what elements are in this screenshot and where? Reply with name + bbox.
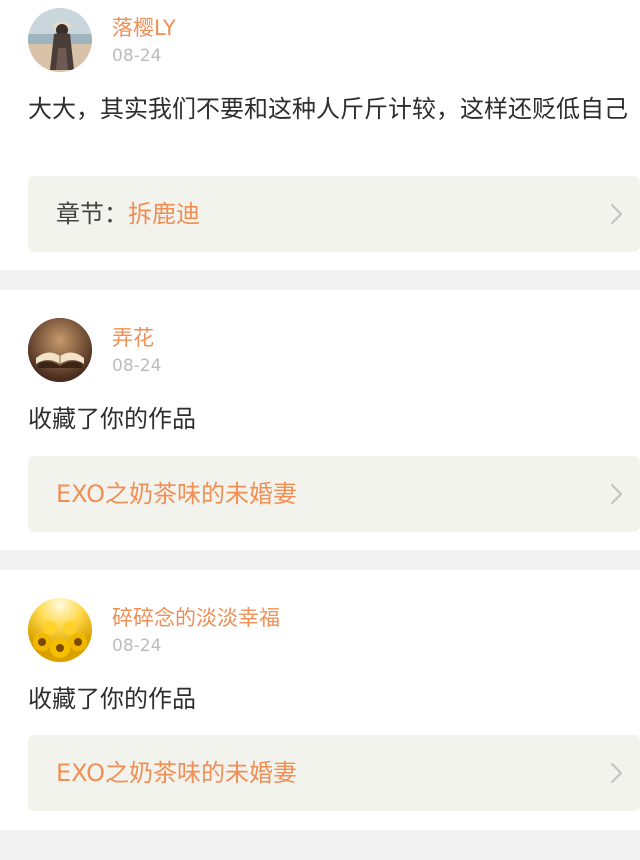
link-title: 拆鹿迪 xyxy=(128,200,200,228)
username[interactable]: 碎碎念的淡淡幸福 xyxy=(112,602,280,632)
timestamp: 08-24 xyxy=(112,636,162,656)
username[interactable]: 落樱LY xyxy=(112,12,176,42)
user-avatar[interactable] xyxy=(28,8,92,72)
comment-text: 大大，其实我们不要和这种人斤斤计较，这样还贬低自己 xyxy=(28,95,628,123)
link-label: EXO之奶茶味的未婚妻 xyxy=(56,757,297,789)
link-prefix: 章节： xyxy=(56,200,128,228)
work-link[interactable]: EXO之奶茶味的未婚妻 xyxy=(28,735,640,811)
activity-text: 收藏了你的作品 xyxy=(28,405,196,433)
user-avatar[interactable] xyxy=(28,318,92,382)
avatar-image-sunflowers xyxy=(28,598,92,662)
chapter-link[interactable]: 章节：拆鹿迪 xyxy=(28,176,640,252)
user-avatar[interactable] xyxy=(28,598,92,662)
chevron-right-icon xyxy=(610,762,623,784)
chevron-right-icon xyxy=(610,483,623,505)
work-link[interactable]: EXO之奶茶味的未婚妻 xyxy=(28,456,640,532)
link-label: EXO之奶茶味的未婚妻 xyxy=(56,478,297,510)
avatar-image-book xyxy=(28,318,92,382)
timestamp: 08-24 xyxy=(112,46,162,66)
notification-feed: 落樱LY 08-24 大大，其实我们不要和这种人斤斤计较，这样还贬低自己 章节：… xyxy=(0,0,640,860)
link-title: EXO之奶茶味的未婚妻 xyxy=(56,480,297,508)
link-title: EXO之奶茶味的未婚妻 xyxy=(56,759,297,787)
username[interactable]: 弄花 xyxy=(112,322,154,352)
timestamp: 08-24 xyxy=(112,356,162,376)
avatar-image-beach xyxy=(28,8,92,72)
chevron-right-icon xyxy=(610,203,623,225)
activity-text: 收藏了你的作品 xyxy=(28,685,196,713)
link-label: 章节：拆鹿迪 xyxy=(56,198,200,230)
